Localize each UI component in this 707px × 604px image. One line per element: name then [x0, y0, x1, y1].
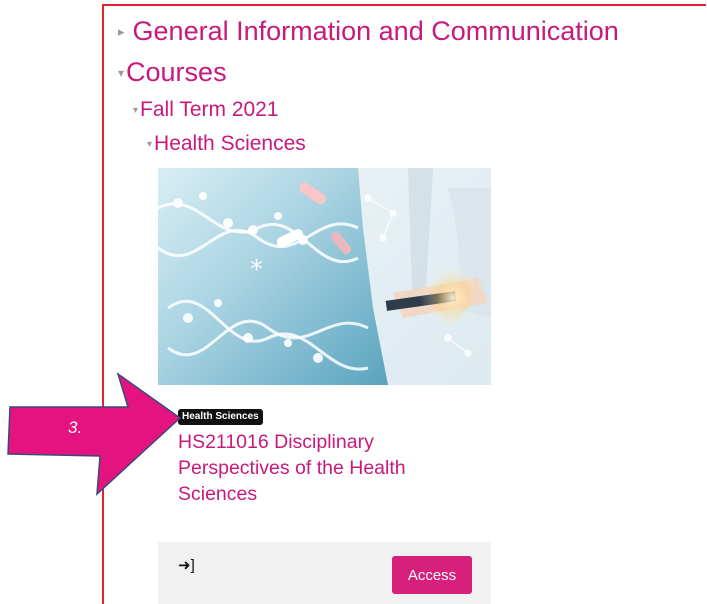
tree-item-label[interactable]: General Information and Communication — [133, 16, 619, 47]
tree-item-label[interactable]: Courses — [126, 57, 227, 88]
tree-item-label[interactable]: Health Sciences — [154, 132, 306, 156]
collapsed-toggle-icon[interactable]: ▸ — [118, 24, 125, 40]
course-image-art: * — [158, 168, 491, 385]
expanded-toggle-icon[interactable]: ▾ — [118, 66, 124, 80]
sign-in-icon: ➜] — [178, 557, 195, 574]
course-card-footer: ➜] Access — [158, 542, 491, 604]
tree-item-general-information[interactable]: ▸ General Information and Communication — [118, 16, 619, 47]
arrow-callout — [7, 372, 182, 496]
course-image[interactable]: * — [158, 168, 491, 385]
tree-item-health-sciences[interactable]: ▾ Health Sciences — [147, 132, 306, 156]
expanded-toggle-icon[interactable]: ▾ — [147, 139, 152, 150]
callout-step-label: 3. — [68, 418, 83, 437]
tree-item-fall-term[interactable]: ▾ Fall Term 2021 — [133, 98, 279, 122]
tree-item-courses[interactable]: ▾ Courses — [118, 57, 227, 88]
expanded-toggle-icon[interactable]: ▾ — [133, 105, 138, 116]
tree-item-label[interactable]: Fall Term 2021 — [140, 98, 279, 122]
course-title-link[interactable]: HS211016 Disciplinary Perspectives of th… — [178, 429, 428, 507]
access-button[interactable]: Access — [392, 556, 472, 594]
svg-text:*: * — [250, 255, 263, 285]
